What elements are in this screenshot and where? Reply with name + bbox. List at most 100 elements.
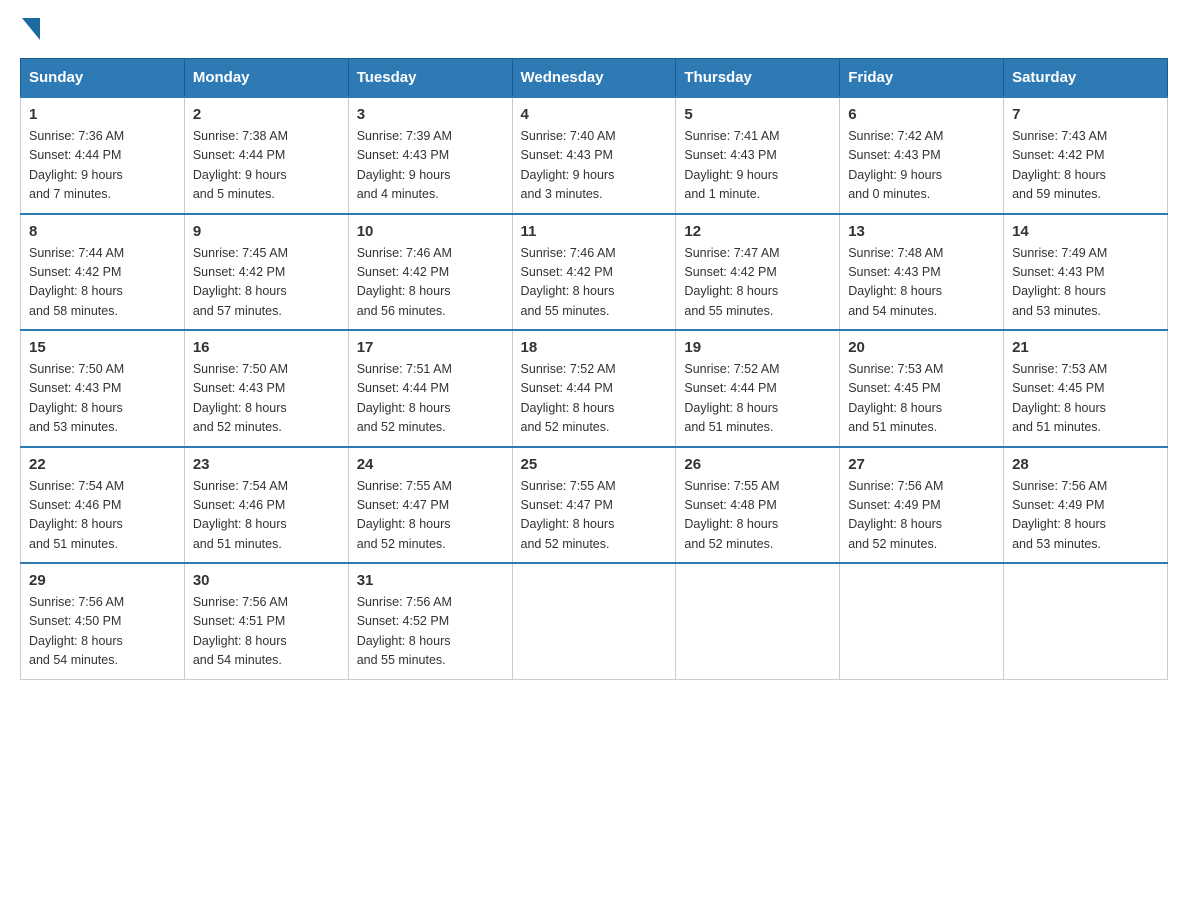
- day-info: Sunrise: 7:54 AMSunset: 4:46 PMDaylight:…: [193, 477, 340, 555]
- calendar-cell: 12 Sunrise: 7:47 AMSunset: 4:42 PMDayligh…: [676, 214, 840, 331]
- calendar-cell: 25 Sunrise: 7:55 AMSunset: 4:47 PMDayligh…: [512, 447, 676, 564]
- calendar-cell: [840, 563, 1004, 679]
- day-info: Sunrise: 7:53 AMSunset: 4:45 PMDaylight:…: [1012, 360, 1159, 438]
- day-info: Sunrise: 7:40 AMSunset: 4:43 PMDaylight:…: [521, 127, 668, 205]
- day-number: 12: [684, 223, 831, 240]
- calendar-cell: 23Sunrise: 7:54 AMSunset: 4:46 PMDayligh…: [184, 447, 348, 564]
- header-cell-saturday: Saturday: [1004, 59, 1168, 98]
- day-info: Sunrise: 7:36 AMSunset: 4:44 PMDaylight:…: [29, 127, 176, 205]
- day-number: 15: [29, 339, 176, 356]
- calendar-cell: 22 Sunrise: 7:54 AMSunset: 4:46 PMDayligh…: [21, 447, 185, 564]
- day-number: 1: [29, 106, 176, 123]
- day-number: 17: [357, 339, 504, 356]
- logo-arrow-icon: [22, 18, 40, 40]
- calendar-body: 1 Sunrise: 7:36 AMSunset: 4:44 PMDaylight…: [21, 97, 1168, 679]
- calendar-cell: 28 Sunrise: 7:56 AMSunset: 4:49 PMDayligh…: [1004, 447, 1168, 564]
- day-info: Sunrise: 7:53 AMSunset: 4:45 PMDaylight:…: [848, 360, 995, 438]
- calendar-week-row: 29Sunrise: 7:56 AMSunset: 4:50 PMDayligh…: [21, 563, 1168, 679]
- day-info: Sunrise: 7:45 AMSunset: 4:42 PMDaylight:…: [193, 244, 340, 322]
- calendar-cell: 10Sunrise: 7:46 AMSunset: 4:42 PMDayligh…: [348, 214, 512, 331]
- day-number: 11: [521, 223, 668, 240]
- day-number: 22: [29, 456, 176, 473]
- calendar-week-row: 8 Sunrise: 7:44 AMSunset: 4:42 PMDaylight…: [21, 214, 1168, 331]
- day-info: Sunrise: 7:41 AMSunset: 4:43 PMDaylight:…: [684, 127, 831, 205]
- day-number: 5: [684, 106, 831, 123]
- day-info: Sunrise: 7:51 AMSunset: 4:44 PMDaylight:…: [357, 360, 504, 438]
- calendar-cell: 17 Sunrise: 7:51 AMSunset: 4:44 PMDayligh…: [348, 330, 512, 447]
- calendar-cell: 7Sunrise: 7:43 AMSunset: 4:42 PMDaylight…: [1004, 97, 1168, 214]
- day-info: Sunrise: 7:52 AMSunset: 4:44 PMDaylight:…: [521, 360, 668, 438]
- day-number: 31: [357, 572, 504, 589]
- calendar-week-row: 22 Sunrise: 7:54 AMSunset: 4:46 PMDayligh…: [21, 447, 1168, 564]
- calendar-cell: [1004, 563, 1168, 679]
- day-info: Sunrise: 7:47 AMSunset: 4:42 PMDaylight:…: [684, 244, 831, 322]
- logo-area: [20, 20, 42, 42]
- calendar-cell: 16 Sunrise: 7:50 AMSunset: 4:43 PMDayligh…: [184, 330, 348, 447]
- calendar-cell: 30 Sunrise: 7:56 AMSunset: 4:51 PMDayligh…: [184, 563, 348, 679]
- day-info: Sunrise: 7:56 AMSunset: 4:52 PMDaylight:…: [357, 593, 504, 671]
- day-number: 4: [521, 106, 668, 123]
- day-number: 13: [848, 223, 995, 240]
- day-info: Sunrise: 7:50 AMSunset: 4:43 PMDaylight:…: [193, 360, 340, 438]
- calendar-header: SundayMondayTuesdayWednesdayThursdayFrid…: [21, 59, 1168, 98]
- calendar-cell: 26Sunrise: 7:55 AMSunset: 4:48 PMDayligh…: [676, 447, 840, 564]
- header-cell-friday: Friday: [840, 59, 1004, 98]
- day-number: 8: [29, 223, 176, 240]
- calendar-cell: 29Sunrise: 7:56 AMSunset: 4:50 PMDayligh…: [21, 563, 185, 679]
- day-info: Sunrise: 7:44 AMSunset: 4:42 PMDaylight:…: [29, 244, 176, 322]
- header-cell-thursday: Thursday: [676, 59, 840, 98]
- day-number: 18: [521, 339, 668, 356]
- day-info: Sunrise: 7:54 AMSunset: 4:46 PMDaylight:…: [29, 477, 176, 555]
- day-number: 30: [193, 572, 340, 589]
- day-number: 6: [848, 106, 995, 123]
- calendar-week-row: 1 Sunrise: 7:36 AMSunset: 4:44 PMDaylight…: [21, 97, 1168, 214]
- calendar-cell: 1 Sunrise: 7:36 AMSunset: 4:44 PMDaylight…: [21, 97, 185, 214]
- calendar-cell: 14 Sunrise: 7:49 AMSunset: 4:43 PMDayligh…: [1004, 214, 1168, 331]
- calendar-cell: 31 Sunrise: 7:56 AMSunset: 4:52 PMDayligh…: [348, 563, 512, 679]
- calendar-cell: 6 Sunrise: 7:42 AMSunset: 4:43 PMDaylight…: [840, 97, 1004, 214]
- calendar-cell: 20 Sunrise: 7:53 AMSunset: 4:45 PMDayligh…: [840, 330, 1004, 447]
- day-number: 25: [521, 456, 668, 473]
- day-info: Sunrise: 7:56 AMSunset: 4:51 PMDaylight:…: [193, 593, 340, 671]
- day-info: Sunrise: 7:38 AMSunset: 4:44 PMDaylight:…: [193, 127, 340, 205]
- calendar-cell: 21 Sunrise: 7:53 AMSunset: 4:45 PMDayligh…: [1004, 330, 1168, 447]
- day-info: Sunrise: 7:46 AMSunset: 4:42 PMDaylight:…: [357, 244, 504, 322]
- calendar-week-row: 15 Sunrise: 7:50 AMSunset: 4:43 PMDayligh…: [21, 330, 1168, 447]
- day-number: 21: [1012, 339, 1159, 356]
- day-info: Sunrise: 7:49 AMSunset: 4:43 PMDaylight:…: [1012, 244, 1159, 322]
- calendar-cell: [676, 563, 840, 679]
- calendar-cell: 5 Sunrise: 7:41 AMSunset: 4:43 PMDaylight…: [676, 97, 840, 214]
- day-info: Sunrise: 7:46 AMSunset: 4:42 PMDaylight:…: [521, 244, 668, 322]
- calendar-cell: 8 Sunrise: 7:44 AMSunset: 4:42 PMDaylight…: [21, 214, 185, 331]
- calendar-cell: [512, 563, 676, 679]
- header-cell-tuesday: Tuesday: [348, 59, 512, 98]
- day-info: Sunrise: 7:56 AMSunset: 4:49 PMDaylight:…: [1012, 477, 1159, 555]
- header-row: SundayMondayTuesdayWednesdayThursdayFrid…: [21, 59, 1168, 98]
- day-number: 9: [193, 223, 340, 240]
- day-info: Sunrise: 7:55 AMSunset: 4:47 PMDaylight:…: [357, 477, 504, 555]
- day-info: Sunrise: 7:43 AMSunset: 4:42 PMDaylight:…: [1012, 127, 1159, 205]
- calendar-table: SundayMondayTuesdayWednesdayThursdayFrid…: [20, 58, 1168, 680]
- day-number: 26: [684, 456, 831, 473]
- day-number: 16: [193, 339, 340, 356]
- calendar-cell: 11 Sunrise: 7:46 AMSunset: 4:42 PMDayligh…: [512, 214, 676, 331]
- day-number: 3: [357, 106, 504, 123]
- day-number: 28: [1012, 456, 1159, 473]
- header-cell-monday: Monday: [184, 59, 348, 98]
- day-number: 2: [193, 106, 340, 123]
- day-number: 14: [1012, 223, 1159, 240]
- day-info: Sunrise: 7:42 AMSunset: 4:43 PMDaylight:…: [848, 127, 995, 205]
- day-info: Sunrise: 7:56 AMSunset: 4:50 PMDaylight:…: [29, 593, 176, 671]
- calendar-cell: 18 Sunrise: 7:52 AMSunset: 4:44 PMDayligh…: [512, 330, 676, 447]
- calendar-cell: 3Sunrise: 7:39 AMSunset: 4:43 PMDaylight…: [348, 97, 512, 214]
- day-number: 20: [848, 339, 995, 356]
- day-number: 19: [684, 339, 831, 356]
- day-info: Sunrise: 7:50 AMSunset: 4:43 PMDaylight:…: [29, 360, 176, 438]
- logo: [20, 20, 42, 42]
- calendar-cell: 4 Sunrise: 7:40 AMSunset: 4:43 PMDaylight…: [512, 97, 676, 214]
- calendar-cell: 19Sunrise: 7:52 AMSunset: 4:44 PMDayligh…: [676, 330, 840, 447]
- day-number: 27: [848, 456, 995, 473]
- header-cell-sunday: Sunday: [21, 59, 185, 98]
- calendar-cell: 27Sunrise: 7:56 AMSunset: 4:49 PMDayligh…: [840, 447, 1004, 564]
- day-info: Sunrise: 7:55 AMSunset: 4:47 PMDaylight:…: [521, 477, 668, 555]
